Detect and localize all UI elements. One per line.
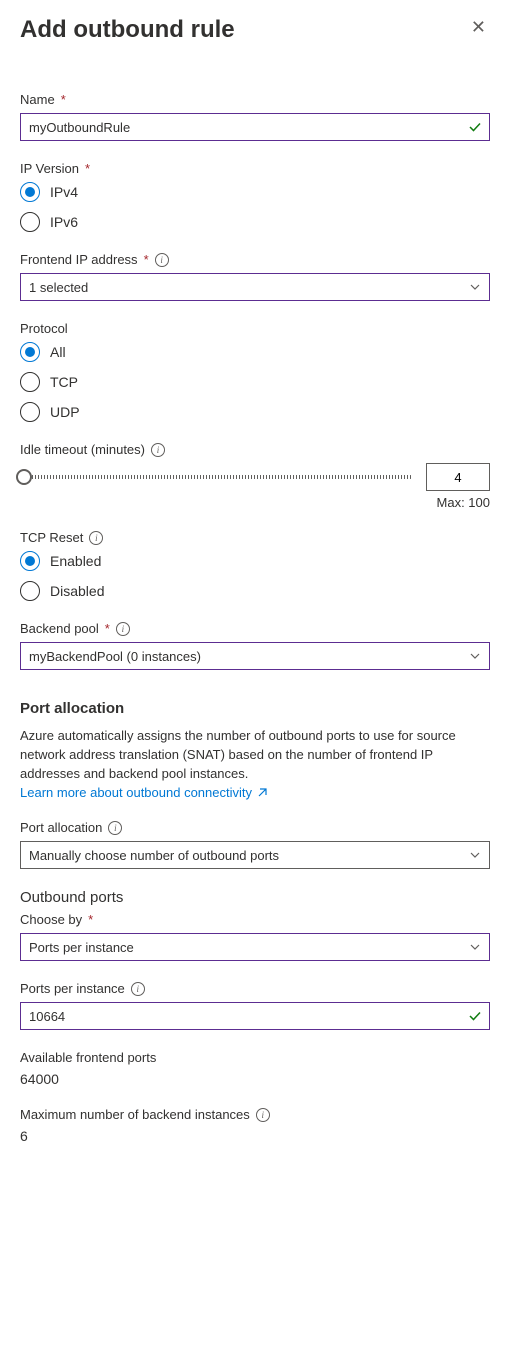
learn-more-text: Learn more about outbound connectivity — [20, 784, 252, 803]
frontend-ip-label: Frontend IP address — [20, 252, 138, 267]
name-field-group: Name * — [20, 92, 490, 141]
protocol-all-radio[interactable]: All — [20, 342, 490, 362]
radio-icon — [20, 372, 40, 392]
ip-version-ipv6-radio[interactable]: IPv6 — [20, 212, 490, 232]
radio-label: Enabled — [50, 553, 101, 569]
backend-pool-field-group: Backend pool * i myBackendPool (0 instan… — [20, 621, 490, 670]
chevron-down-icon — [469, 941, 481, 953]
chevron-down-icon — [469, 849, 481, 861]
info-icon[interactable]: i — [89, 531, 103, 545]
port-allocation-heading: Port allocation — [20, 700, 490, 717]
radio-label: TCP — [50, 374, 78, 390]
frontend-ip-dropdown[interactable]: 1 selected — [20, 273, 490, 301]
info-icon[interactable]: i — [131, 982, 145, 996]
available-ports-value: 64000 — [20, 1071, 490, 1087]
outbound-ports-heading: Outbound ports — [20, 889, 490, 906]
dropdown-value: 1 selected — [29, 280, 88, 295]
choose-by-dropdown[interactable]: Ports per instance — [20, 933, 490, 961]
radio-label: IPv4 — [50, 184, 78, 200]
ip-version-ipv4-radio[interactable]: IPv4 — [20, 182, 490, 202]
external-link-icon — [256, 787, 268, 799]
check-icon — [468, 120, 482, 134]
learn-more-link[interactable]: Learn more about outbound connectivity — [20, 784, 268, 803]
info-icon[interactable]: i — [108, 821, 122, 835]
radio-label: UDP — [50, 404, 80, 420]
radio-icon — [20, 212, 40, 232]
required-asterisk: * — [88, 912, 93, 927]
radio-icon — [20, 581, 40, 601]
radio-icon — [20, 342, 40, 362]
choose-by-label: Choose by — [20, 912, 82, 927]
info-icon[interactable]: i — [155, 253, 169, 267]
protocol-label: Protocol — [20, 321, 68, 336]
required-asterisk: * — [85, 161, 90, 176]
choose-by-field-group: Choose by * Ports per instance — [20, 912, 490, 961]
tcp-reset-label: TCP Reset — [20, 530, 83, 545]
name-input[interactable] — [20, 113, 490, 141]
info-icon[interactable]: i — [256, 1108, 270, 1122]
idle-timeout-value-input[interactable] — [426, 463, 490, 491]
chevron-down-icon — [469, 650, 481, 662]
max-instances-field-group: Maximum number of backend instances i 6 — [20, 1107, 490, 1144]
ports-per-instance-label: Ports per instance — [20, 981, 125, 996]
tcp-reset-enabled-radio[interactable]: Enabled — [20, 551, 490, 571]
page-title: Add outbound rule — [20, 16, 235, 44]
port-allocation-dropdown[interactable]: Manually choose number of outbound ports — [20, 841, 490, 869]
max-instances-label: Maximum number of backend instances — [20, 1107, 250, 1122]
dropdown-value: Manually choose number of outbound ports — [29, 848, 279, 863]
protocol-udp-radio[interactable]: UDP — [20, 402, 490, 422]
dropdown-value: Ports per instance — [29, 940, 134, 955]
info-icon[interactable]: i — [116, 622, 130, 636]
idle-timeout-slider[interactable] — [20, 475, 412, 479]
backend-pool-dropdown[interactable]: myBackendPool (0 instances) — [20, 642, 490, 670]
info-icon[interactable]: i — [151, 443, 165, 457]
tcp-reset-field-group: TCP Reset i Enabled Disabled — [20, 530, 490, 601]
port-allocation-field-group: Port allocation i Manually choose number… — [20, 820, 490, 869]
idle-timeout-label: Idle timeout (minutes) — [20, 442, 145, 457]
protocol-tcp-radio[interactable]: TCP — [20, 372, 490, 392]
ports-per-instance-field-group: Ports per instance i — [20, 981, 490, 1030]
backend-pool-label: Backend pool — [20, 621, 99, 636]
radio-icon — [20, 551, 40, 571]
available-ports-label: Available frontend ports — [20, 1050, 156, 1065]
idle-timeout-field-group: Idle timeout (minutes) i Max: 100 — [20, 442, 490, 510]
ip-version-label: IP Version — [20, 161, 79, 176]
available-ports-field-group: Available frontend ports 64000 — [20, 1050, 490, 1087]
radio-label: All — [50, 344, 66, 360]
check-icon — [468, 1009, 482, 1023]
tcp-reset-disabled-radio[interactable]: Disabled — [20, 581, 490, 601]
chevron-down-icon — [469, 281, 481, 293]
radio-label: IPv6 — [50, 214, 78, 230]
radio-icon — [20, 182, 40, 202]
port-allocation-helper: Azure automatically assigns the number o… — [20, 727, 490, 802]
required-asterisk: * — [144, 252, 149, 267]
radio-icon — [20, 402, 40, 422]
idle-timeout-max-label: Max: 100 — [20, 495, 490, 510]
protocol-field-group: Protocol All TCP UDP — [20, 321, 490, 422]
close-icon[interactable]: ✕ — [467, 16, 490, 38]
helper-text-body: Azure automatically assigns the number o… — [20, 728, 456, 781]
port-allocation-label: Port allocation — [20, 820, 102, 835]
max-instances-value: 6 — [20, 1128, 490, 1144]
required-asterisk: * — [105, 621, 110, 636]
slider-thumb[interactable] — [16, 469, 32, 485]
name-label: Name — [20, 92, 55, 107]
ip-version-field-group: IP Version * IPv4 IPv6 — [20, 161, 490, 232]
radio-label: Disabled — [50, 583, 104, 599]
dropdown-value: myBackendPool (0 instances) — [29, 649, 201, 664]
ports-per-instance-input[interactable] — [20, 1002, 490, 1030]
required-asterisk: * — [61, 92, 66, 107]
frontend-ip-field-group: Frontend IP address * i 1 selected — [20, 252, 490, 301]
